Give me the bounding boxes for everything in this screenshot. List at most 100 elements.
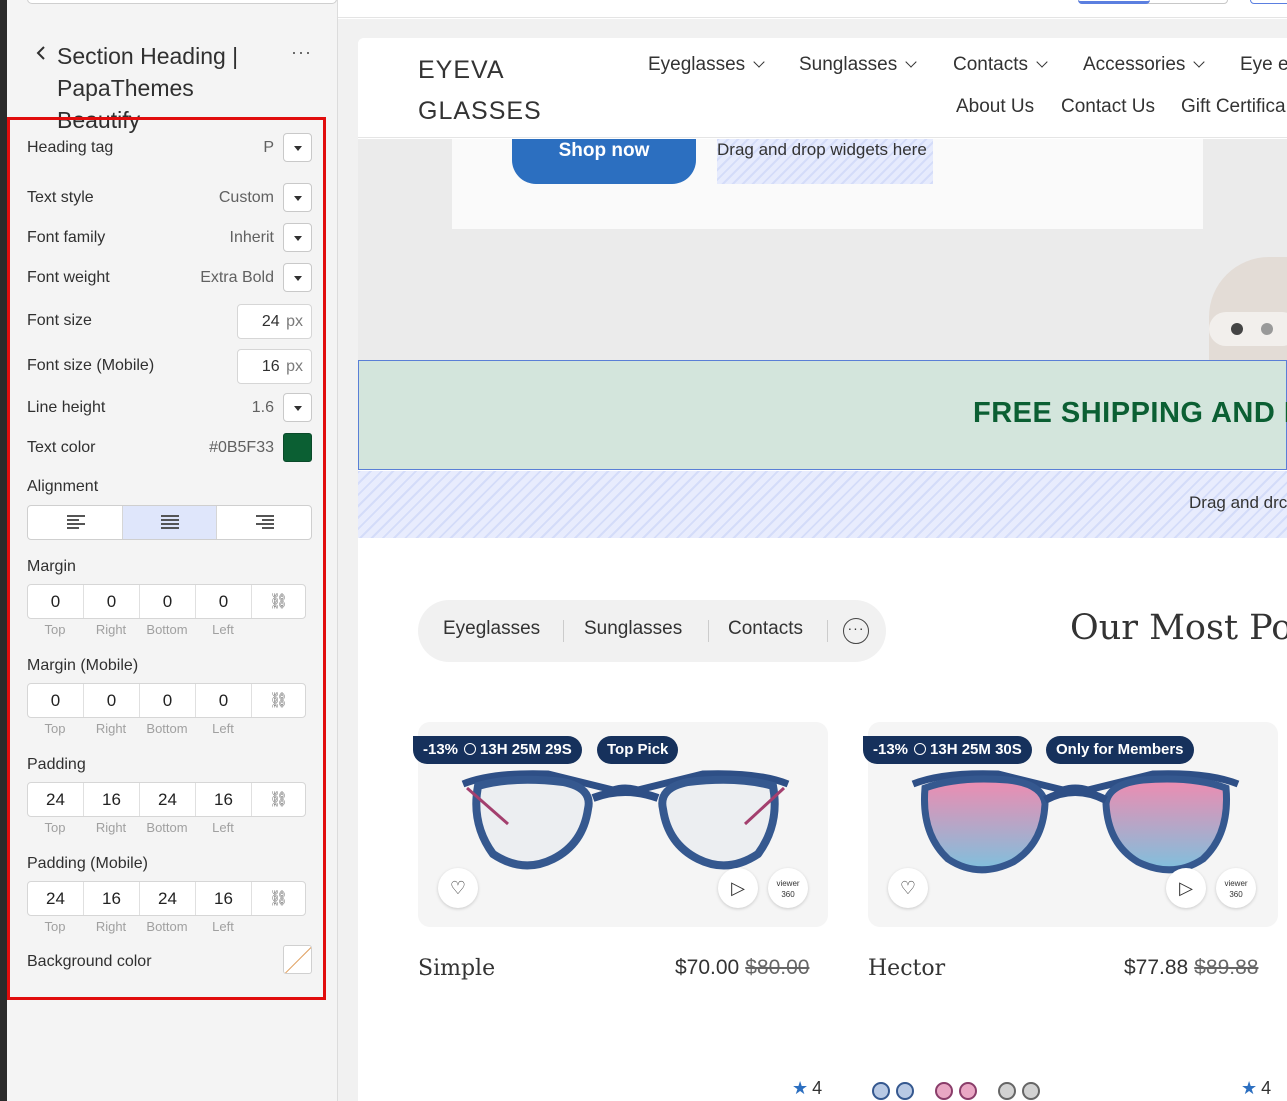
nav-contacts[interactable]: Contacts <box>953 54 1048 76</box>
settings-panel: Section Heading | PapaThemes Beautify ···… <box>7 0 338 1101</box>
padding-mobile-side-labels: Top Right Bottom Left <box>44 919 234 934</box>
margin-mobile-top-input[interactable]: 0 <box>28 684 84 717</box>
margin-mobile-left-input[interactable]: 0 <box>196 684 252 717</box>
wishlist-heart-icon[interactable]: ♡ <box>438 868 478 908</box>
widget-dropzone[interactable]: Drag and drc <box>358 471 1287 538</box>
widget-dropzone[interactable]: Drag and drop widgets here <box>717 139 933 184</box>
padding-mobile-label: Padding (Mobile) <box>27 855 148 872</box>
viewer-360-icon[interactable]: viewer 360 <box>768 868 808 908</box>
margin-inputs: 0 0 0 0 ⛓ <box>27 584 306 619</box>
nav-sunglasses[interactable]: Sunglasses <box>799 54 917 76</box>
nav-gift-certificates[interactable]: Gift Certifica <box>1181 96 1286 118</box>
product-name[interactable]: Simple <box>418 956 495 981</box>
padding-mobile-right-input[interactable]: 16 <box>84 882 140 915</box>
background-color-swatch[interactable] <box>283 945 312 974</box>
margin-top-input[interactable]: 0 <box>28 585 84 618</box>
font-size-row: Font size 24 px <box>27 304 312 339</box>
margin-left-input[interactable]: 0 <box>196 585 252 618</box>
nav-about-us[interactable]: About Us <box>956 96 1034 118</box>
play-icon[interactable]: ▷ <box>718 868 758 908</box>
margin-right-input[interactable]: 0 <box>84 585 140 618</box>
product-card-simple[interactable]: -13% 13H 25M 29S Top Pick ♡ ▷ viewer 360 <box>413 722 828 927</box>
alignment-group <box>27 505 312 540</box>
timer-icon <box>464 743 477 755</box>
text-color-swatch[interactable] <box>283 433 312 462</box>
tag-badge: Only for Members <box>1046 736 1194 764</box>
padding-mobile-top-input[interactable]: 24 <box>28 882 84 915</box>
variant-swatch-gray[interactable] <box>996 1082 1042 1100</box>
background-color-label: Background color <box>27 953 152 970</box>
site-header: EYEVA GLASSES Eyeglasses Sunglasses Conta… <box>358 38 1287 138</box>
free-shipping-heading: FREE SHIPPING AND I <box>973 397 1287 429</box>
padding-side-labels: Top Right Bottom Left <box>44 820 234 835</box>
margin-mobile-right-input[interactable]: 0 <box>84 684 140 717</box>
padding-left-input[interactable]: 16 <box>196 783 252 816</box>
site-preview: EYEVA GLASSES Eyeglasses Sunglasses Conta… <box>358 38 1287 1101</box>
unlink-icon[interactable]: ⛓ <box>252 783 305 816</box>
timer-icon <box>914 743 927 755</box>
align-left-button[interactable] <box>28 506 123 539</box>
panel-title-line1: Section Heading | <box>57 43 239 69</box>
unlink-icon[interactable]: ⛓ <box>252 585 305 618</box>
align-center-button[interactable] <box>122 506 218 539</box>
padding-top-input[interactable]: 24 <box>28 783 84 816</box>
variant-swatch-blue[interactable] <box>870 1082 916 1100</box>
heading-tag-dropdown[interactable] <box>283 133 312 162</box>
margin-mobile-inputs: 0 0 0 0 ⛓ <box>27 683 306 718</box>
text-color-row: Text color #0B5F33 <box>27 433 312 463</box>
margin-mobile-bottom-input[interactable]: 0 <box>140 684 196 717</box>
padding-inputs: 24 16 24 16 ⛓ <box>27 782 306 817</box>
unlink-icon[interactable]: ⛓ <box>252 684 305 717</box>
wishlist-heart-icon[interactable]: ♡ <box>888 868 928 908</box>
font-size-mobile-input[interactable]: 16 px <box>237 349 312 384</box>
tab-eyeglasses[interactable]: Eyeglasses <box>443 618 540 640</box>
store-logo[interactable]: EYEVA GLASSES <box>418 50 542 132</box>
variant-swatch-pink[interactable] <box>933 1082 979 1100</box>
padding-mobile-bottom-input[interactable]: 24 <box>140 882 196 915</box>
play-icon[interactable]: ▷ <box>1166 868 1206 908</box>
more-options-button[interactable]: ··· <box>291 42 312 63</box>
font-weight-value: Extra Bold <box>200 269 274 286</box>
text-style-dropdown[interactable] <box>283 183 312 212</box>
tab-sunglasses[interactable]: Sunglasses <box>584 618 682 640</box>
nav-eyeglasses[interactable]: Eyeglasses <box>648 54 765 76</box>
text-style-label: Text style <box>27 189 94 206</box>
nav-contact-us[interactable]: Contact Us <box>1061 96 1155 118</box>
padding-mobile-left-input[interactable]: 16 <box>196 882 252 915</box>
toolbar-button[interactable] <box>1250 0 1287 4</box>
line-height-dropdown[interactable] <box>283 393 312 422</box>
font-size-mobile-row: Font size (Mobile) 16 px <box>27 349 312 384</box>
more-icon[interactable]: ··· <box>843 618 869 644</box>
panel-top-input[interactable] <box>27 0 337 4</box>
padding-mobile-inputs: 24 16 24 16 ⛓ <box>27 881 306 916</box>
panel-header: Section Heading | PapaThemes Beautify ··· <box>7 36 338 133</box>
free-shipping-banner[interactable]: FREE SHIPPING AND I <box>358 360 1287 470</box>
line-height-row: Line height 1.6 <box>27 393 312 423</box>
nav-eye-more[interactable]: Eye e <box>1240 54 1287 76</box>
unlink-icon[interactable]: ⛓ <box>252 882 305 915</box>
nav-accessories[interactable]: Accessories <box>1083 54 1206 76</box>
margin-bottom-input[interactable]: 0 <box>140 585 196 618</box>
device-toggle-active <box>1078 0 1150 4</box>
product-card-hector[interactable]: -13% 13H 25M 30S Only for Members ♡ ▷ vie… <box>863 722 1278 927</box>
slider-dot-active[interactable] <box>1231 323 1243 335</box>
align-right-button[interactable] <box>217 506 311 539</box>
product-image-glasses <box>461 770 790 870</box>
font-size-mobile-label: Font size (Mobile) <box>27 357 155 374</box>
font-weight-dropdown[interactable] <box>283 263 312 292</box>
slider-dot[interactable] <box>1261 323 1273 335</box>
discount-timer-badge: -13% 13H 25M 29S <box>413 736 582 764</box>
text-style-value: Custom <box>218 189 274 206</box>
padding-right-input[interactable]: 16 <box>84 783 140 816</box>
padding-label: Padding <box>27 756 86 773</box>
shop-now-button[interactable]: Shop now <box>512 139 696 184</box>
product-name[interactable]: Hector <box>868 956 945 981</box>
tab-contacts[interactable]: Contacts <box>728 618 803 640</box>
font-family-dropdown[interactable] <box>283 223 312 252</box>
font-size-input[interactable]: 24 px <box>237 304 312 339</box>
viewer-360-icon[interactable]: viewer 360 <box>1216 868 1256 908</box>
star-icon: ★ <box>792 1078 809 1098</box>
padding-bottom-input[interactable]: 24 <box>140 783 196 816</box>
margin-side-labels: Top Right Bottom Left <box>44 622 234 637</box>
line-height-label: Line height <box>27 399 106 416</box>
